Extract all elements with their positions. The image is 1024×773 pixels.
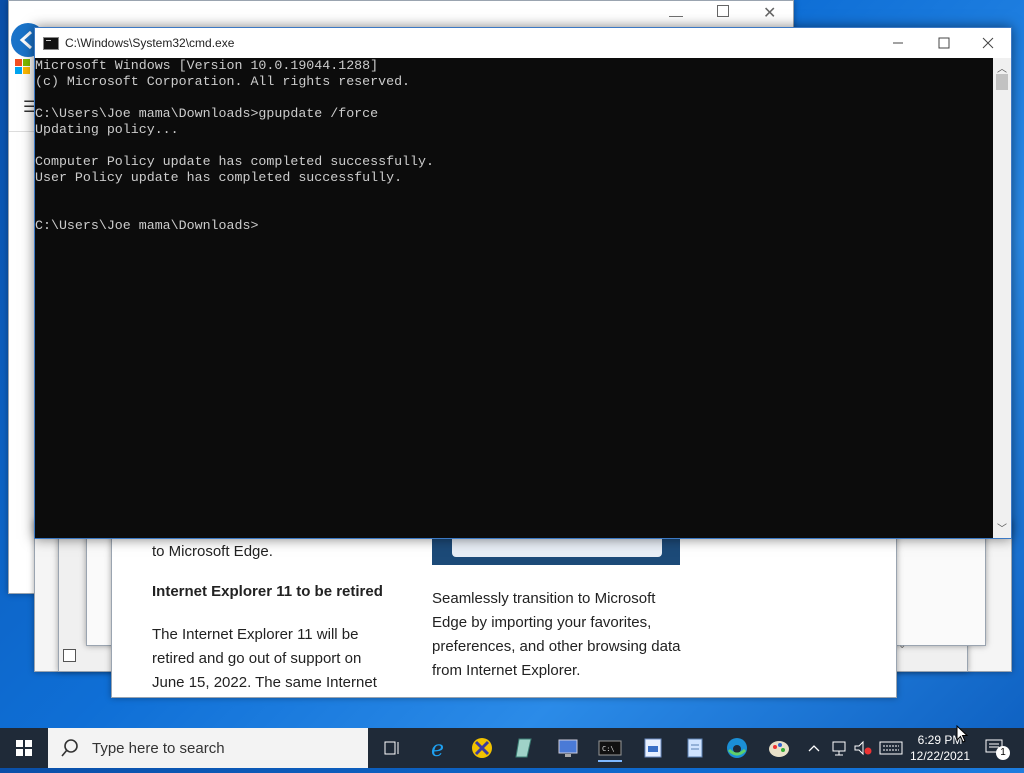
cmd-app-icon	[43, 37, 59, 50]
network-button[interactable]	[828, 728, 850, 768]
clock-date: 12/22/2021	[909, 749, 971, 763]
vertical-scrollbar[interactable]: ︿ ﹀	[993, 58, 1011, 538]
app-monitor-button[interactable]	[556, 736, 580, 760]
volume-muted-icon	[854, 740, 872, 756]
task-view-icon	[384, 741, 399, 755]
search-placeholder: Type here to search	[92, 739, 225, 757]
bg-window-minimize-button[interactable]: —	[669, 7, 683, 23]
chevron-up-icon	[808, 745, 820, 752]
bg-scroll-down-arrow[interactable]: ⌄	[898, 640, 906, 651]
search-icon	[61, 739, 78, 757]
transition-description: Seamlessly transition to Microsoft Edge …	[432, 590, 681, 679]
notepad-icon	[687, 738, 703, 758]
paint-button[interactable]	[767, 736, 791, 760]
console-text: Microsoft Windows [Version 10.0.19044.12…	[35, 58, 434, 233]
touch-keyboard-button[interactable]	[878, 728, 904, 768]
task-view-button[interactable]	[380, 736, 404, 760]
search-box[interactable]: Type here to search	[48, 728, 368, 768]
maximize-icon	[938, 37, 950, 49]
app-document-button[interactable]	[641, 736, 665, 760]
internet-explorer-button[interactable]: e	[428, 736, 452, 762]
cmd-window-title: C:\Windows\System32\cmd.exe	[65, 36, 235, 50]
ie11-retired-heading: Internet Explorer 11 to be retired	[152, 583, 383, 600]
notebook-icon	[515, 738, 532, 758]
internet-explorer-icon: e	[431, 737, 444, 762]
ie11-retired-body: The Internet Explorer 11 will be retired…	[152, 626, 377, 691]
minimize-icon	[893, 42, 903, 44]
svg-text:e: e	[431, 737, 444, 760]
show-hidden-icons-button[interactable]	[806, 728, 822, 768]
console-output[interactable]: Microsoft Windows [Version 10.0.19044.12…	[35, 58, 993, 538]
keyboard-icon	[879, 741, 903, 755]
command-prompt-icon: C:\	[598, 740, 622, 756]
sidebar-divider	[9, 131, 35, 132]
windows-logo-icon	[16, 740, 32, 756]
app-notepad-button[interactable]	[683, 736, 707, 760]
scroll-thumb[interactable]	[996, 74, 1008, 90]
scroll-down-arrow[interactable]: ﹀	[997, 520, 1007, 535]
cmd-window[interactable]: C:\Windows\System32\cmd.exe Microsoft Wi…	[34, 27, 1012, 539]
notification-badge: 1	[996, 746, 1010, 760]
network-icon	[832, 741, 846, 756]
cmd-titlebar[interactable]: C:\Windows\System32\cmd.exe	[35, 28, 1011, 58]
mouse-cursor-icon	[956, 725, 969, 743]
start-button[interactable]	[0, 728, 48, 768]
taskbar: Type here to search e C:\ 6:29 PM 12/22/…	[0, 728, 1024, 768]
app-x-button[interactable]	[470, 736, 494, 760]
close-icon	[982, 37, 994, 49]
scroll-up-arrow[interactable]: ︿	[997, 60, 1007, 75]
maximize-button[interactable]	[921, 28, 967, 58]
edge-fragment-text: to Microsoft Edge.	[152, 543, 273, 560]
close-button[interactable]	[965, 28, 1011, 58]
microsoft-edge-icon	[727, 738, 747, 758]
edge-button[interactable]	[725, 736, 749, 760]
microsoft-logo-icon	[15, 59, 31, 75]
volume-button[interactable]	[852, 728, 874, 768]
system-info-icon	[558, 739, 578, 757]
yellow-x-app-icon	[472, 738, 492, 758]
app-book-button[interactable]	[513, 736, 537, 760]
minimize-button[interactable]	[875, 28, 921, 58]
svg-text:C:\: C:\	[602, 745, 615, 753]
bg-window-maximize-button[interactable]	[717, 5, 729, 17]
checkbox[interactable]	[63, 649, 76, 662]
paint-palette-icon	[769, 741, 789, 757]
edge-welcome-page: to Microsoft Edge. Internet Explorer 11 …	[111, 520, 897, 698]
action-center-button[interactable]: 1	[980, 728, 1010, 768]
cmd-taskbar-button[interactable]: C:\	[598, 736, 622, 762]
document-icon	[644, 738, 662, 758]
bg-window-close-button[interactable]: ✕	[763, 3, 776, 23]
